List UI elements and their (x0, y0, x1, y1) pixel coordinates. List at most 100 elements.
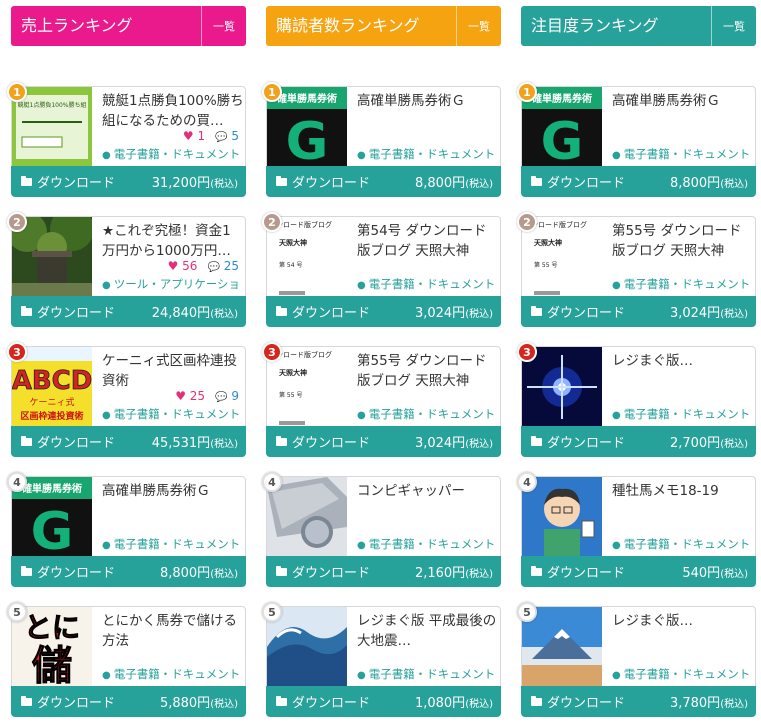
folder-icon (531, 435, 542, 446)
product-stats: ♥ 1 💬 5 (183, 129, 239, 143)
download-text: ダウンロード (547, 306, 626, 321)
download-button[interactable]: ダウンロード 45,531円(税込) (11, 426, 246, 457)
tax-label: (税込) (210, 439, 238, 450)
category-tag[interactable]: ● 電子書籍・ドキュメント (612, 406, 754, 422)
view-list-button[interactable]: 一覧 (456, 6, 501, 46)
price: 3,780円(税込) (670, 692, 748, 711)
category-tag[interactable]: ● 電子書籍・ドキュメント (357, 146, 499, 162)
product-title-link[interactable]: 競艇1点勝負100%勝ち組になるための買… (102, 91, 244, 131)
price-value: 3,024円 (414, 436, 466, 451)
download-label: ダウンロード (21, 562, 115, 581)
ranking-item-card[interactable]: 確単勝馬券術 G 1 高確単勝馬券術Ｇ ● 電子書籍・ドキュメント ダウンロード … (517, 82, 756, 197)
ranking-column-attention: 注目度ランキング 一覧 確単勝馬券術 G 1 高確単勝馬券術Ｇ ● 電子書籍・ドキ… (517, 6, 756, 717)
ranking-item-card[interactable]: ウンロード版ブログ 天照大神 第 55 号 3 第55号 ダウンロード版ブログ … (262, 342, 501, 457)
comments-count: 💬 5 (215, 129, 239, 143)
download-button[interactable]: ダウンロード 8,800円(税込) (266, 166, 501, 197)
product-title-link[interactable]: レジまぐ版… (612, 611, 754, 651)
svg-text:G: G (286, 112, 329, 166)
category-tag[interactable]: ● 電子書籍・ドキュメント (612, 666, 754, 682)
ranking-item-card[interactable]: ABCD ケーニィ式 区画枠連投資術 3 ケーニィ式区画枠連投資術 ♥ 25 💬… (7, 342, 246, 457)
ranking-item-card[interactable]: 競艇1点勝負100%勝ち組 1 競艇1点勝負100%勝ち組になるための買… ♥ … (7, 82, 246, 197)
tag-icon: ● (612, 150, 621, 161)
product-title-link[interactable]: ★これぞ究極！資金1万円から1000万円… (102, 221, 244, 261)
download-button[interactable]: ダウンロード 540円(税込) (521, 556, 756, 587)
category-tag[interactable]: ● 電子書籍・ドキュメント (102, 146, 244, 162)
category-tag[interactable]: ● 電子書籍・ドキュメント (357, 666, 499, 682)
category-tag[interactable]: ● ツール・アプリケーショ (102, 276, 244, 292)
price-value: 1,080円 (414, 696, 466, 711)
tax-label: (税込) (210, 309, 238, 320)
download-button[interactable]: ダウンロード 3,024円(税込) (266, 426, 501, 457)
download-button[interactable]: ダウンロード 3,780円(税込) (521, 686, 756, 717)
download-button[interactable]: ダウンロード 8,800円(税込) (11, 556, 246, 587)
download-button[interactable]: ダウンロード 31,200円(税込) (11, 166, 246, 197)
ranking-item-card[interactable]: 5 レジまぐ版… ● 電子書籍・ドキュメント ダウンロード 3,780円(税込) (517, 602, 756, 717)
ranking-item-card[interactable]: 確単勝馬券術 G 4 高確単勝馬券術Ｇ ● 電子書籍・ドキュメント ダウンロード … (7, 472, 246, 587)
download-button[interactable]: ダウンロード 5,880円(税込) (11, 686, 246, 717)
product-title-link[interactable]: 第55号 ダウンロード版ブログ 天照大神 (612, 221, 754, 261)
download-button[interactable]: ダウンロード 3,024円(税込) (521, 296, 756, 327)
ranking-item-card[interactable]: 4 コンピギャッパー ● 電子書籍・ドキュメント ダウンロード 2,160円(税込… (262, 472, 501, 587)
tax-label: (税込) (465, 439, 493, 450)
ranking-item-card[interactable]: 確単勝馬券術 G 1 高確単勝馬券術Ｇ ● 電子書籍・ドキュメント ダウンロード … (262, 82, 501, 197)
ranking-item-card[interactable]: ウンロード版ブログ 天照大神 第 54 号 2 第54号 ダウンロード版ブログ … (262, 212, 501, 327)
heart-icon: ♥ (167, 259, 179, 273)
folder-icon (531, 565, 542, 576)
view-list-button[interactable]: 一覧 (201, 6, 246, 46)
svg-text:競艇1点勝負100%勝ち組: 競艇1点勝負100%勝ち組 (18, 101, 87, 109)
product-title-link[interactable]: 高確単勝馬券術Ｇ (102, 481, 244, 521)
ranking-item-card[interactable]: 4 種牡馬メモ18-19 ● 電子書籍・ドキュメント ダウンロード 540円(税込… (517, 472, 756, 587)
tag-icon: ● (102, 280, 111, 291)
download-button[interactable]: ダウンロード 2,700円(税込) (521, 426, 756, 457)
product-stats: ♥ 56 💬 25 (168, 259, 239, 273)
download-text: ダウンロード (292, 696, 371, 711)
download-button[interactable]: ダウンロード 2,160円(税込) (266, 556, 501, 587)
rank-badge: 1 (517, 82, 537, 102)
rank-badge: 4 (262, 472, 282, 492)
product-title-link[interactable]: 第54号 ダウンロード版ブログ 天照大神 (357, 221, 499, 261)
download-button[interactable]: ダウンロード 24,840円(税込) (11, 296, 246, 327)
comments-count: 💬 9 (215, 389, 239, 403)
product-title-link[interactable]: レジまぐ版… (612, 351, 754, 391)
view-list-button[interactable]: 一覧 (711, 6, 756, 46)
product-title-link[interactable]: 種牡馬メモ18-19 (612, 481, 754, 521)
download-label: ダウンロード (276, 562, 370, 581)
ranking-item-card[interactable]: 3 レジまぐ版… ● 電子書籍・ドキュメント ダウンロード 2,700円(税込) (517, 342, 756, 457)
download-button[interactable]: ダウンロード 1,080円(税込) (266, 686, 501, 717)
tax-label: (税込) (465, 309, 493, 320)
category-label: 電子書籍・ドキュメント (113, 407, 241, 421)
category-tag[interactable]: ● 電子書籍・ドキュメント (102, 536, 244, 552)
product-title-link[interactable]: とにかく馬券で儲ける方法 (102, 611, 244, 651)
product-title-link[interactable]: 高確単勝馬券術Ｇ (357, 91, 499, 131)
download-text: ダウンロード (292, 436, 371, 451)
category-tag[interactable]: ● 電子書籍・ドキュメント (357, 536, 499, 552)
ranking-item-card[interactable]: ウンロード版ブログ 天照大神 第 55 号 2 第55号 ダウンロード版ブログ … (517, 212, 756, 327)
category-tag[interactable]: ● 電子書籍・ドキュメント (612, 536, 754, 552)
category-tag[interactable]: ● 電子書籍・ドキュメント (102, 666, 244, 682)
category-tag[interactable]: ● 電子書籍・ドキュメント (612, 276, 754, 292)
tag-icon: ● (102, 150, 111, 161)
folder-icon (21, 565, 32, 576)
ranking-item-card[interactable]: 5 レジまぐ版 平成最後の大地震… ● 電子書籍・ドキュメント ダウンロード 1,… (262, 602, 501, 717)
category-tag[interactable]: ● 電子書籍・ドキュメント (612, 146, 754, 162)
price-value: 8,800円 (414, 176, 466, 191)
ranking-item-card[interactable]: とに 儲 5 とにかく馬券で儲ける方法 ● 電子書籍・ドキュメント ダウンロード … (7, 602, 246, 717)
svg-text:確単勝馬券術: 確単勝馬券術 (277, 92, 337, 105)
tax-label: (税込) (465, 179, 493, 190)
category-label: 電子書籍・ドキュメント (623, 407, 751, 421)
product-title-link[interactable]: コンピギャッパー (357, 481, 499, 521)
product-title-link[interactable]: ケーニィ式区画枠連投資術 (102, 351, 244, 391)
category-tag[interactable]: ● 電子書籍・ドキュメント (102, 406, 244, 422)
category-tag[interactable]: ● 電子書籍・ドキュメント (357, 406, 499, 422)
product-title-link[interactable]: 高確単勝馬券術Ｇ (612, 91, 754, 131)
category-tag[interactable]: ● 電子書籍・ドキュメント (357, 276, 499, 292)
product-title-link[interactable]: レジまぐ版 平成最後の大地震… (357, 611, 499, 651)
product-title-link[interactable]: 第55号 ダウンロード版ブログ 天照大神 (357, 351, 499, 391)
folder-icon (531, 175, 542, 186)
price-value: 2,160円 (414, 566, 466, 581)
rank-badge: 3 (7, 342, 27, 362)
download-button[interactable]: ダウンロード 3,024円(税込) (266, 296, 501, 327)
ranking-item-card[interactable]: 2 ★これぞ究極！資金1万円から1000万円… ♥ 56 💬 25 ● ツール・ア… (7, 212, 246, 327)
download-button[interactable]: ダウンロード 8,800円(税込) (521, 166, 756, 197)
price-value: 45,531円 (151, 436, 211, 451)
